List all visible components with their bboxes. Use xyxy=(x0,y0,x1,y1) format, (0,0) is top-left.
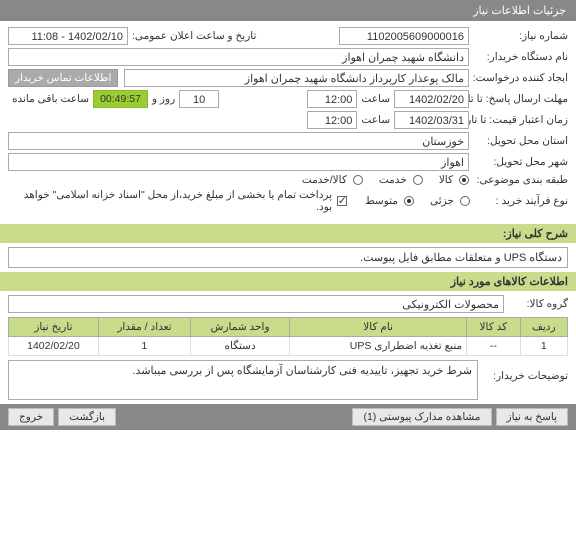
td-unit: دستگاه xyxy=(191,337,290,356)
creator-label: ایجاد کننده درخواست: xyxy=(473,72,568,84)
radio-service[interactable] xyxy=(413,175,423,185)
items-table: ردیف کد کالا نام کالا واحد شمارش تعداد /… xyxy=(8,317,568,356)
deadline-label: مهلت ارسال پاسخ: تا تاریخ: xyxy=(473,94,568,105)
valid-date-field: 1402/03/31 xyxy=(394,111,469,129)
th-qty: تعداد / مقدار xyxy=(98,318,190,337)
buy-type-radio-group: جزئی متوسط xyxy=(353,195,470,207)
buyer-notes-label: توضیحات خریدار: xyxy=(488,360,568,400)
radio-service-label: خدمت xyxy=(379,174,407,186)
td-qty: 1 xyxy=(98,337,190,356)
public-ann-label: تاریخ و ساعت اعلان عمومی: xyxy=(132,30,256,42)
th-name: نام کالا xyxy=(290,318,467,337)
hour-word-2: ساعت xyxy=(361,114,390,126)
day-word: روز و xyxy=(152,93,175,105)
need-no-field: 1102005609000016 xyxy=(339,27,469,45)
radio-goods[interactable] xyxy=(459,175,469,185)
days-left-field: 10 xyxy=(179,90,219,108)
back-button[interactable]: بازگشت xyxy=(58,408,116,426)
panel-header: جزئیات اطلاعات نیاز xyxy=(0,0,576,21)
items-section-bar: اطلاعات کالاهای مورد نیاز xyxy=(0,272,576,291)
category-label: طبقه بندی موضوعی: xyxy=(473,174,568,186)
exit-button[interactable]: خروج xyxy=(8,408,54,426)
treasury-note: پرداخت تمام یا بخشی از مبلغ خرید،از محل … xyxy=(8,189,332,213)
contact-info-button[interactable]: اطلاعات تماس خریدار xyxy=(8,69,118,87)
panel-title: جزئیات اطلاعات نیاز xyxy=(473,5,566,17)
attachments-button[interactable]: مشاهده مدارک پیوستی (1) xyxy=(352,408,491,426)
reply-button[interactable]: پاسخ به نیاز xyxy=(496,408,568,426)
items-section-title: اطلاعات کالاهای مورد نیاز xyxy=(451,276,568,288)
radio-mid-label: متوسط xyxy=(365,195,398,207)
radio-partial-label: جزئی xyxy=(430,195,454,207)
desc-section-bar: شرح کلی نیاز: xyxy=(0,224,576,243)
countdown-field: 00:49:57 xyxy=(93,90,148,108)
buyer-org-label: نام دستگاه خریدار: xyxy=(473,51,568,63)
radio-mid[interactable] xyxy=(404,196,414,206)
buy-type-label: نوع فرآیند خرید : xyxy=(474,195,568,207)
group-label: گروه کالا: xyxy=(508,298,568,310)
radio-goods-service-label: کالا/خدمت xyxy=(302,174,347,186)
remain-word: ساعت باقی مانده xyxy=(12,93,89,105)
public-ann-field: 1402/02/10 - 11:08 xyxy=(8,27,128,45)
deadline-time-field: 12:00 xyxy=(307,90,357,108)
radio-goods-label: کالا xyxy=(439,174,453,186)
province-label: استان محل تحویل: xyxy=(473,135,568,147)
city-label: شهر محل تحویل: xyxy=(473,156,568,168)
td-name: منبع تغذیه اضطراری UPS xyxy=(290,337,467,356)
radio-partial[interactable] xyxy=(460,196,470,206)
treasury-checkbox[interactable] xyxy=(337,196,347,206)
td-code: -- xyxy=(467,337,520,356)
desc-section-title: شرح کلی نیاز: xyxy=(503,228,568,240)
buyer-notes-field: شرط خرید تجهیز، تاییدیه فنی کارشناسان آز… xyxy=(8,360,478,400)
buyer-org-field: دانشگاه شهید چمران اهواز xyxy=(8,48,469,66)
footer-bar: پاسخ به نیاز مشاهده مدارک پیوستی (1) باز… xyxy=(0,404,576,430)
table-row: 1 -- منبع تغذیه اضطراری UPS دستگاه 1 140… xyxy=(9,337,568,356)
th-code: کد کالا xyxy=(467,318,520,337)
td-row: 1 xyxy=(520,337,567,356)
form-area: شماره نیاز: 1102005609000016 تاریخ و ساع… xyxy=(0,21,576,222)
creator-field: مالک پوعذار کارپرداز دانشگاه شهید چمران … xyxy=(124,69,469,87)
valid-time-field: 12:00 xyxy=(307,111,357,129)
group-field: محصولات الکترونیکی xyxy=(8,295,504,313)
radio-goods-service[interactable] xyxy=(353,175,363,185)
hour-word-1: ساعت xyxy=(361,93,390,105)
category-radio-group: کالا خدمت کالا/خدمت xyxy=(290,174,469,186)
th-row: ردیف xyxy=(520,318,567,337)
province-field: خوزستان xyxy=(8,132,469,150)
th-unit: واحد شمارش xyxy=(191,318,290,337)
td-date: 1402/02/20 xyxy=(9,337,99,356)
deadline-date-field: 1402/02/20 xyxy=(394,90,469,108)
desc-box: دستگاه UPS و متعلقات مطابق فایل پیوست. xyxy=(8,247,568,268)
need-no-label: شماره نیاز: xyxy=(473,30,568,42)
th-date: تاریخ نیاز xyxy=(9,318,99,337)
valid-label: زمان اعتبار قیمت: تا تاریخ: xyxy=(473,115,568,126)
city-field: اهواز xyxy=(8,153,469,171)
